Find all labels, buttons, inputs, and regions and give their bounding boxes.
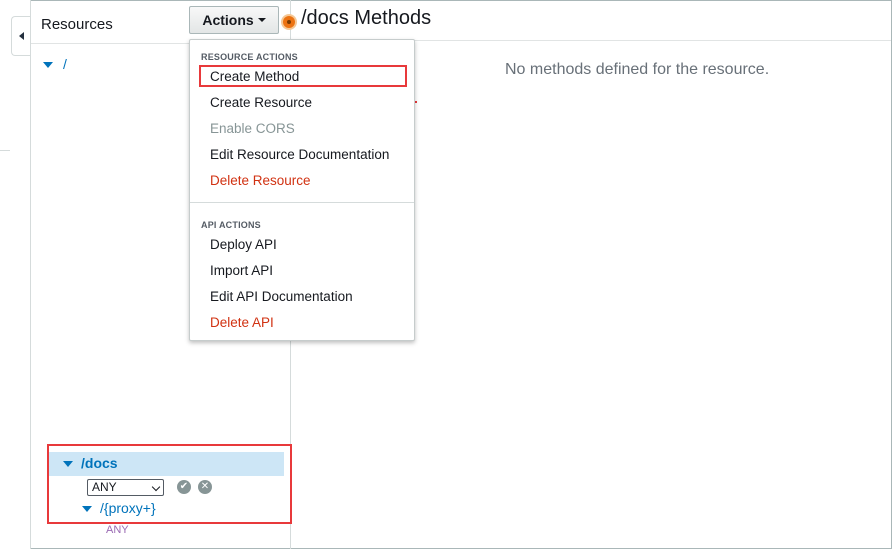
actions-button[interactable]: Actions bbox=[189, 6, 279, 34]
tree-node-root-label[interactable]: / bbox=[63, 56, 67, 72]
menu-section-header-resource: RESOURCE ACTIONS bbox=[201, 52, 298, 62]
menu-section-header-api: API ACTIONS bbox=[201, 220, 261, 230]
resources-title: Resources bbox=[41, 16, 113, 33]
menu-item-delete-api[interactable]: Delete API bbox=[210, 315, 274, 330]
empty-methods-message: No methods defined for the resource. bbox=[505, 61, 770, 78]
menu-item-delete-resource[interactable]: Delete Resource bbox=[210, 173, 311, 188]
menu-item-edit-resource-docs[interactable]: Edit Resource Documentation bbox=[210, 147, 389, 162]
expand-arrow-icon[interactable] bbox=[43, 62, 53, 69]
status-dot-icon bbox=[283, 16, 295, 28]
left-gutter bbox=[0, 0, 31, 549]
method-any-label[interactable]: ANY bbox=[106, 524, 129, 536]
caret-down-icon bbox=[257, 18, 266, 22]
tree-node-root[interactable]: / bbox=[43, 56, 67, 72]
page-title: /docs Methods bbox=[301, 7, 432, 29]
menu-item-enable-cors: Enable CORS bbox=[210, 121, 295, 136]
collapse-left-icon bbox=[18, 32, 24, 40]
menu-item-import-api[interactable]: Import API bbox=[210, 263, 273, 278]
gutter-divider bbox=[0, 150, 10, 151]
annotation-highlight-create-method bbox=[199, 65, 407, 87]
menu-item-edit-api-docs[interactable]: Edit API Documentation bbox=[210, 289, 353, 304]
collapse-panel-button[interactable] bbox=[11, 16, 30, 56]
annotation-highlight-docs bbox=[47, 444, 292, 524]
menu-item-create-resource[interactable]: Create Resource bbox=[210, 95, 312, 110]
menu-divider bbox=[190, 202, 414, 203]
actions-button-label: Actions bbox=[202, 12, 254, 28]
menu-item-deploy-api[interactable]: Deploy API bbox=[210, 237, 277, 252]
